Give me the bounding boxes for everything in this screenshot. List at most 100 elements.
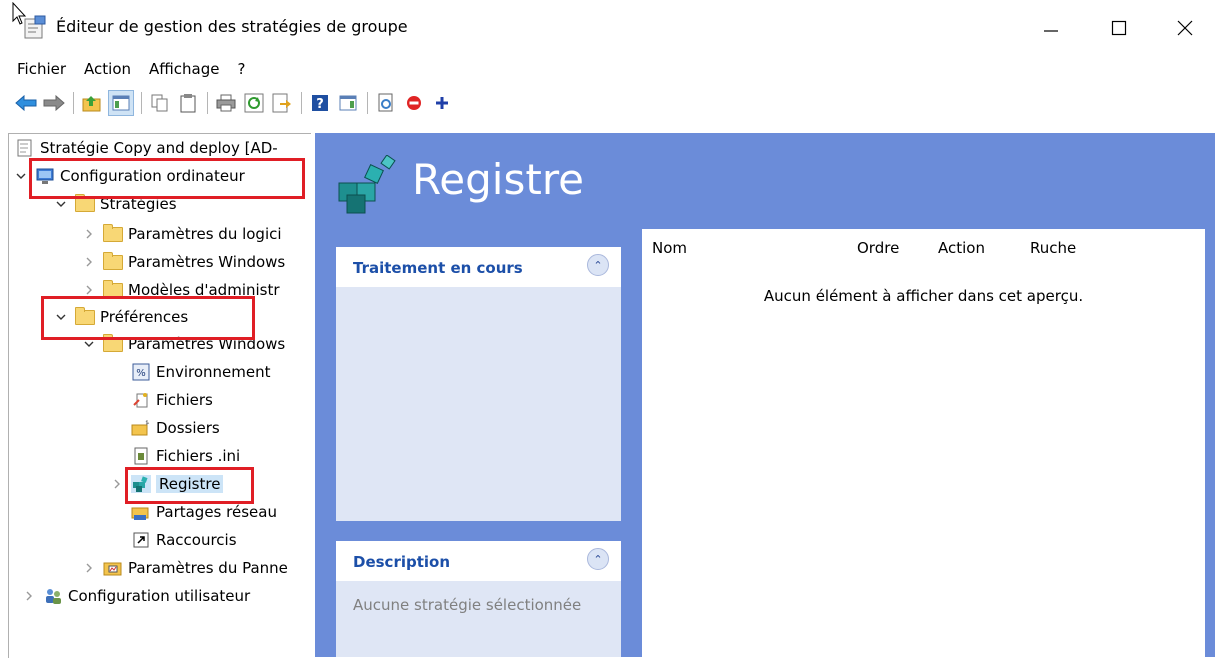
stop-icon xyxy=(407,96,421,110)
tree-item-environment[interactable]: % Environnement xyxy=(131,360,271,384)
window-title: Éditeur de gestion des stratégies de gro… xyxy=(56,17,408,36)
tree-item-folders[interactable]: Dossiers xyxy=(131,416,220,440)
registry-large-icon xyxy=(338,155,396,214)
back-button[interactable] xyxy=(14,91,38,115)
console-tree: Stratégie Copy and deploy [AD- Configura… xyxy=(8,133,311,658)
menu-bar: Fichier Action Affichage ? xyxy=(0,58,254,80)
tree-item-windows-settings[interactable]: Paramètres Windows xyxy=(83,250,285,274)
description-header-label: Description xyxy=(353,553,451,571)
svg-text:%: % xyxy=(136,368,146,379)
tree-item-software-settings[interactable]: Paramètres du logici xyxy=(83,222,282,246)
refresh-icon xyxy=(244,93,264,113)
paste-icon xyxy=(180,94,196,113)
add-button[interactable] xyxy=(430,91,454,115)
maximize-icon xyxy=(1111,20,1127,36)
chevron-right-icon[interactable] xyxy=(83,256,95,268)
tree-item-control-panel[interactable]: Paramètres du Panne xyxy=(83,556,288,580)
refresh-button[interactable] xyxy=(242,91,266,115)
processing-header: Traitement en cours ⌃ xyxy=(336,247,621,287)
tree-label-ini-files: Fichiers .ini xyxy=(156,447,241,465)
column-header-ordre[interactable]: Ordre xyxy=(857,239,899,257)
files-icon xyxy=(131,391,151,409)
folder-icon xyxy=(103,251,123,271)
tree-label-network-shares: Partages réseau xyxy=(156,503,277,521)
tree-item-shortcuts[interactable]: Raccourcis xyxy=(131,528,237,552)
processing-panel: Traitement en cours ⌃ xyxy=(336,247,621,521)
toolbar-separator xyxy=(301,92,302,114)
tree-item-files[interactable]: Fichiers xyxy=(131,388,213,412)
chevron-down-icon[interactable] xyxy=(55,198,67,210)
minimize-icon xyxy=(1044,30,1058,32)
tree-label-user-config: Configuration utilisateur xyxy=(68,587,251,605)
gpo-editor-icon xyxy=(24,15,46,39)
column-header-action[interactable]: Action xyxy=(938,239,985,257)
toolbar-separator xyxy=(73,92,74,114)
menu-help[interactable]: ? xyxy=(228,58,254,80)
tree-label-files: Fichiers xyxy=(156,391,213,409)
tree-item-ini-files[interactable]: Fichiers .ini xyxy=(131,444,240,468)
chevron-down-icon[interactable] xyxy=(15,170,27,182)
chevron-right-icon[interactable] xyxy=(83,284,95,296)
empty-list-message: Aucun élément à afficher dans cet aperçu… xyxy=(763,287,1084,305)
add-icon xyxy=(436,97,448,109)
up-folder-button[interactable] xyxy=(80,91,104,115)
title-bar: Éditeur de gestion des stratégies de gro… xyxy=(0,0,1215,56)
column-header-nom[interactable]: Nom xyxy=(652,239,687,257)
show-hide-tree-button[interactable] xyxy=(108,90,134,116)
tree-label-software-settings: Paramètres du logici xyxy=(128,225,282,243)
close-button[interactable] xyxy=(1162,8,1208,48)
tree-item-root[interactable]: Stratégie Copy and deploy [AD- xyxy=(15,136,278,160)
folder-icon xyxy=(103,223,123,243)
pane-title: Registre xyxy=(412,155,584,204)
close-icon xyxy=(1177,20,1193,36)
svg-text:?: ? xyxy=(316,97,324,112)
chevron-right-icon[interactable] xyxy=(83,562,95,574)
back-arrow-icon xyxy=(15,95,37,111)
users-icon xyxy=(43,587,63,605)
shortcut-icon xyxy=(131,531,151,549)
chevron-right-icon[interactable] xyxy=(83,228,95,240)
paste-button[interactable] xyxy=(176,91,200,115)
help-button[interactable]: ? xyxy=(308,91,332,115)
toolbar-separator xyxy=(141,92,142,114)
highlight-computer-config xyxy=(29,158,305,199)
collapse-chevron-up-icon[interactable]: ⌃ xyxy=(587,254,609,276)
chevron-right-icon[interactable] xyxy=(111,478,123,490)
description-header: Description ⌃ xyxy=(336,541,621,581)
menu-affichage[interactable]: Affichage xyxy=(140,58,228,80)
ini-file-icon xyxy=(131,447,151,465)
description-panel: Description ⌃ Aucune stratégie sélection… xyxy=(336,541,621,657)
print-button[interactable] xyxy=(214,91,238,115)
stop-button[interactable] xyxy=(402,91,426,115)
tree-item-user-config[interactable]: Configuration utilisateur xyxy=(23,584,250,608)
tree-label-windows-settings: Paramètres Windows xyxy=(128,253,286,271)
properties-pane-button[interactable] xyxy=(336,91,360,115)
column-header-ruche[interactable]: Ruche xyxy=(1030,239,1076,257)
tree-label-environment: Environnement xyxy=(156,363,271,381)
export-button[interactable] xyxy=(270,91,294,115)
help-icon: ? xyxy=(312,95,328,112)
toolbar-separator xyxy=(367,92,368,114)
collapse-chevron-up-icon[interactable]: ⌃ xyxy=(587,548,609,570)
copy-button[interactable] xyxy=(148,91,172,115)
minimize-button[interactable] xyxy=(1028,8,1074,48)
network-share-icon xyxy=(131,503,151,521)
tree-label-root: Stratégie Copy and deploy [AD- xyxy=(40,139,278,157)
highlight-registry xyxy=(125,467,254,504)
chevron-right-icon[interactable] xyxy=(23,590,35,602)
forward-arrow-icon xyxy=(43,95,65,111)
items-list[interactable]: Nom Ordre Action Ruche Aucun élément à a… xyxy=(642,229,1205,657)
toolbar: ? xyxy=(14,88,458,118)
menu-action[interactable]: Action xyxy=(75,58,140,80)
maximize-button[interactable] xyxy=(1096,8,1142,48)
forward-button[interactable] xyxy=(42,91,66,115)
environment-icon: % xyxy=(131,363,151,381)
tree-label-control-panel: Paramètres du Panne xyxy=(128,559,288,577)
policy-document-icon xyxy=(15,139,35,157)
menu-fichier[interactable]: Fichier xyxy=(0,58,75,80)
print-icon xyxy=(216,94,236,112)
folders-icon xyxy=(131,419,151,437)
details-pane: Registre Traitement en cours ⌃ Descripti… xyxy=(315,133,1215,657)
new-item-button[interactable] xyxy=(374,91,398,115)
new-item-icon xyxy=(378,93,393,112)
